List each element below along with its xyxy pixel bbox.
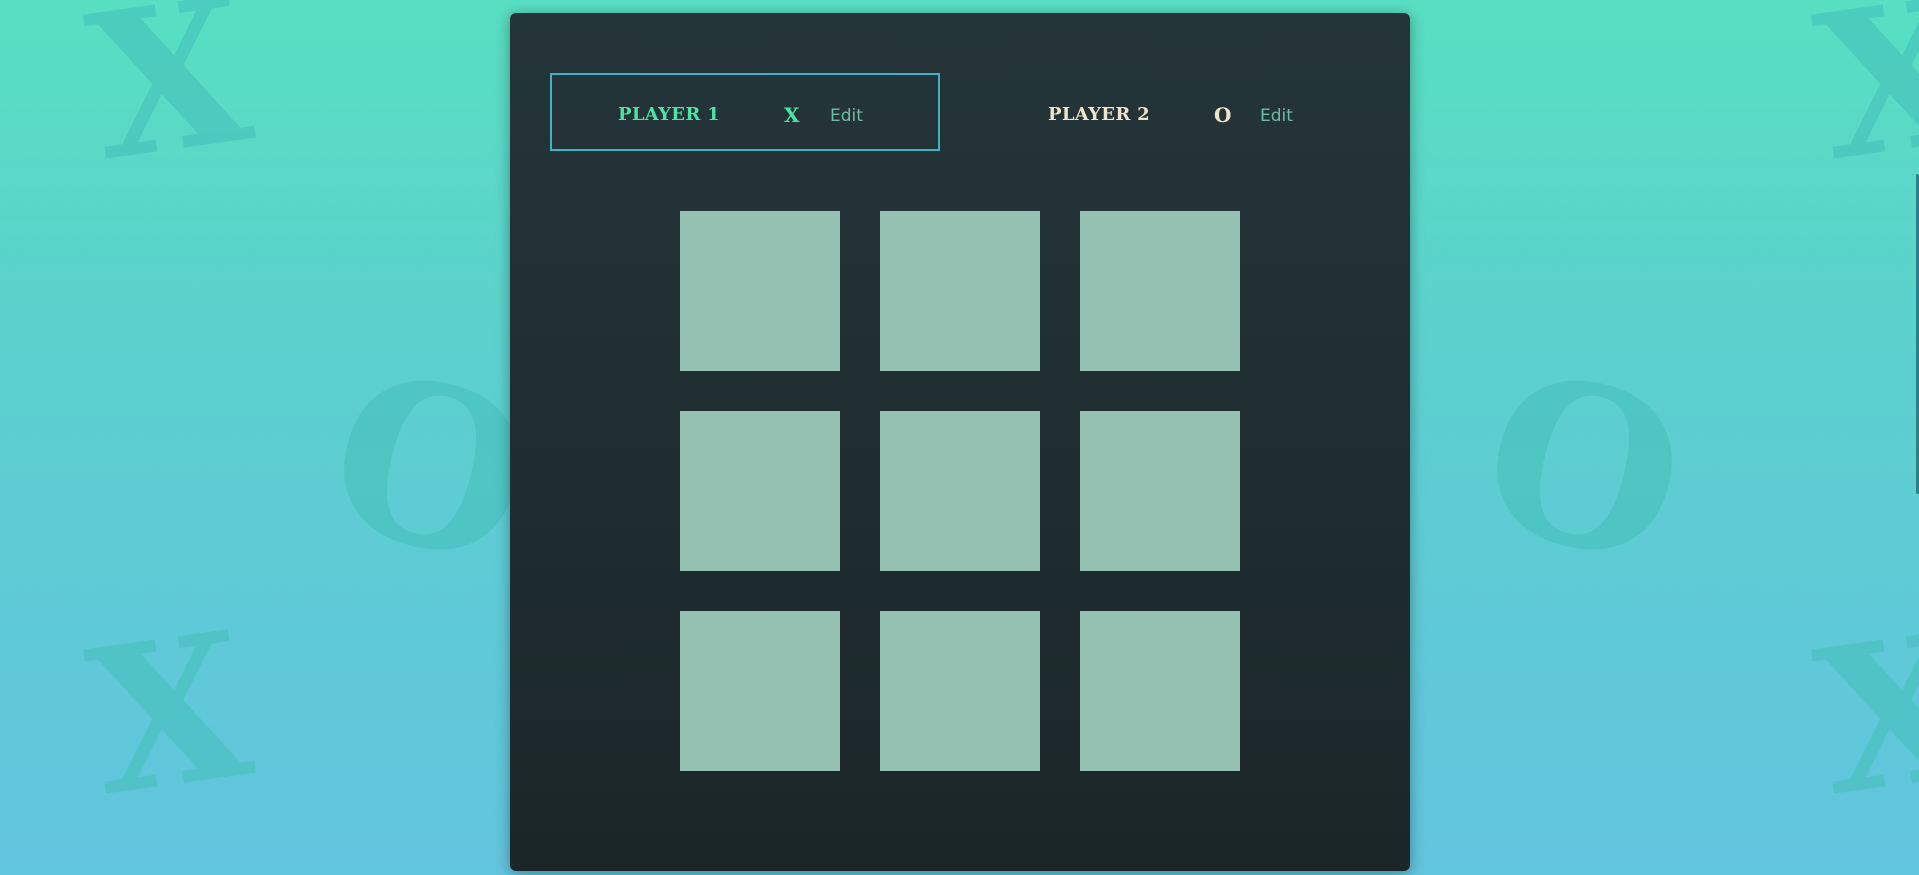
board-cell-9[interactable] [1080, 611, 1240, 771]
board-cell-3[interactable] [1080, 211, 1240, 371]
player-2-edit-button[interactable]: Edit [1260, 106, 1293, 126]
board-cell-5[interactable] [880, 411, 1040, 571]
game-board [680, 211, 1240, 771]
players-bar: PLAYER 1 X Edit PLAYER 2 O Edit [550, 73, 1370, 151]
background-x-icon: X [1804, 587, 1919, 842]
player-1-card: PLAYER 1 X Edit [550, 73, 940, 151]
board-cell-2[interactable] [880, 211, 1040, 371]
player-2-symbol: O [1214, 103, 1232, 127]
player-1-name: PLAYER 1 [618, 104, 720, 125]
board-cell-6[interactable] [1080, 411, 1240, 571]
board-cell-1[interactable] [680, 211, 840, 371]
player-1-edit-button[interactable]: Edit [830, 106, 863, 126]
background-x-icon: X [76, 0, 263, 207]
board-cell-7[interactable] [680, 611, 840, 771]
board-cell-4[interactable] [680, 411, 840, 571]
game-panel: PLAYER 1 X Edit PLAYER 2 O Edit [510, 13, 1410, 871]
background-x-icon: X [1804, 0, 1919, 207]
background-o-icon: O [1459, 318, 1709, 617]
player-1-symbol: X [784, 103, 800, 127]
player-2-card: PLAYER 2 O Edit [980, 73, 1370, 151]
background-x-icon: X [76, 587, 263, 842]
player-2-name: PLAYER 2 [1048, 104, 1150, 125]
board-cell-8[interactable] [880, 611, 1040, 771]
